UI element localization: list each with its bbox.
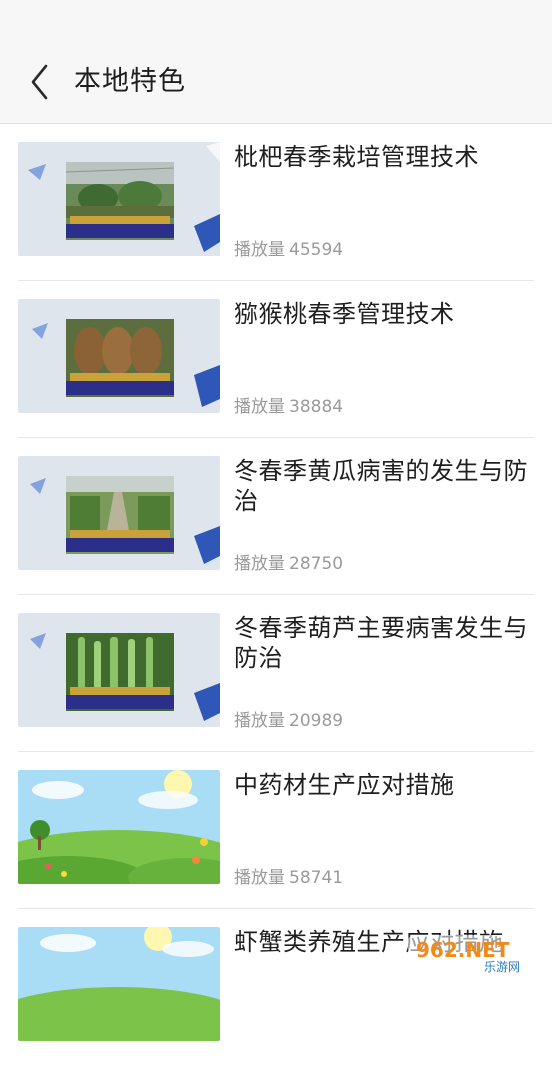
play-count: 播放量 38884 [234, 395, 343, 419]
video-item[interactable]: 枇杷春季栽培管理技术 播放量 45594 [0, 124, 552, 281]
video-thumbnail [18, 456, 220, 570]
video-title: 枇杷春季栽培管理技术 [234, 143, 479, 171]
watermark-logo: 962.NET 乐游网 [408, 935, 540, 974]
video-item[interactable]: 中药材生产应对措施 播放量 58741 [0, 752, 552, 909]
play-count: 播放量 58741 [234, 866, 343, 890]
play-count-label: 播放量 [234, 397, 285, 417]
watermark-subtext: 乐游网 [484, 960, 520, 974]
play-count: 播放量 28750 [234, 552, 343, 576]
thumbnail-graphic [18, 770, 220, 884]
page-title: 本地特色 [74, 66, 186, 97]
play-count: 播放量 20989 [234, 709, 343, 733]
video-thumbnail [18, 299, 220, 413]
play-count-value: 45594 [289, 240, 344, 260]
video-thumbnail [18, 770, 220, 884]
play-count-label: 播放量 [234, 240, 285, 260]
video-thumbnail [18, 613, 220, 727]
site-watermark: 962.NET 乐游网 [404, 931, 544, 975]
play-count-value: 20989 [289, 711, 344, 731]
watermark-text: 962.NET [416, 938, 510, 962]
play-count-label: 播放量 [234, 554, 285, 574]
play-count-value: 38884 [289, 397, 344, 417]
video-list: 枇杷春季栽培管理技术 播放量45594 猕猴桃春季管理技术 播放量38884 [0, 124, 552, 1066]
thumbnail-graphic [18, 613, 220, 727]
play-count-value: 58741 [289, 868, 344, 888]
play-count-label: 播放量 [234, 868, 285, 888]
thumbnail-graphic [18, 299, 220, 413]
video-title: 冬春季葫芦主要病害发生与防治 [234, 614, 528, 672]
video-thumbnail [18, 927, 220, 1041]
app-header: 本地特色 [0, 0, 552, 124]
video-item[interactable]: 冬春季黄瓜病害的发生与防治 播放量 28750 [0, 438, 552, 595]
video-item[interactable]: 冬春季葫芦主要病害发生与防治 播放量 20989 [0, 595, 552, 752]
thumbnail-graphic [18, 927, 220, 1041]
thumbnail-graphic [18, 142, 220, 256]
video-title: 猕猴桃春季管理技术 [234, 300, 455, 328]
video-title: 冬春季黄瓜病害的发生与防治 [234, 457, 528, 515]
chevron-left-icon [31, 64, 48, 100]
thumbnail-graphic [18, 456, 220, 570]
video-thumbnail [18, 142, 220, 256]
play-count: 播放量 45594 [234, 238, 343, 262]
video-title: 中药材生产应对措施 [234, 771, 455, 799]
play-count-value: 28750 [289, 554, 344, 574]
play-count-label: 播放量 [234, 711, 285, 731]
back-button[interactable] [22, 60, 62, 104]
video-item[interactable]: 猕猴桃春季管理技术 播放量 38884 [0, 281, 552, 438]
